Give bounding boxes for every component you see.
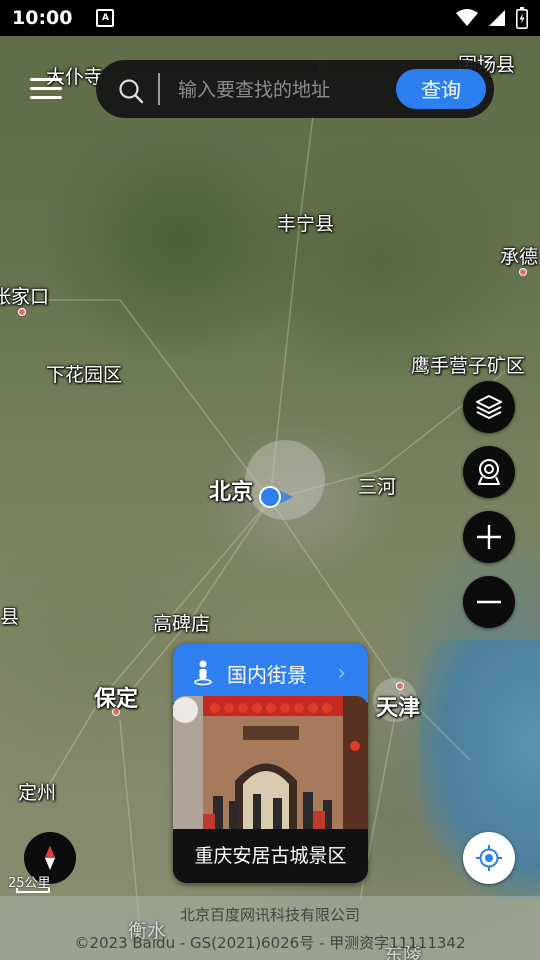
map-label-dingzhou: 定州 xyxy=(18,782,57,804)
map-label-yingshouyingzi: 鹰手营子矿区 xyxy=(411,355,526,377)
map-label-zhangjiakou: 张家口 xyxy=(0,286,50,308)
notification-icon: A xyxy=(96,9,115,27)
status-time: 10:00 xyxy=(12,7,73,29)
street-view-card[interactable]: 国内街景 › 重庆安居古城景区 xyxy=(173,643,368,883)
zoom-out-button[interactable] xyxy=(463,576,515,628)
map-label-tianjin: 天津 xyxy=(376,696,421,721)
map-label-gaobeidian: 高碑店 xyxy=(153,613,211,635)
search-divider xyxy=(158,73,160,105)
chevron-right-icon: › xyxy=(337,660,346,686)
signal-icon xyxy=(489,10,505,26)
city-dot xyxy=(18,308,26,316)
menu-icon[interactable] xyxy=(30,74,64,104)
compass-icon xyxy=(45,846,55,870)
map-attribution: 北京百度网讯科技有限公司 ©2023 Baidu - GS(2021)6026号… xyxy=(0,896,540,960)
layers-button[interactable] xyxy=(463,381,515,433)
camera-icon xyxy=(478,459,500,485)
layers-icon xyxy=(476,395,502,419)
street-view-photo xyxy=(173,696,368,829)
search-bar: 查询 xyxy=(96,60,494,118)
map-label-sanhe: 三河 xyxy=(358,476,397,498)
map-label-beijing: 北京 xyxy=(209,480,254,505)
map-label-baoding: 保定 xyxy=(94,687,139,712)
query-button[interactable]: 查询 xyxy=(396,69,486,109)
map-label-fengning: 丰宁县 xyxy=(277,213,335,235)
plus-icon xyxy=(477,525,501,549)
zoom-in-button[interactable] xyxy=(463,511,515,563)
person-icon xyxy=(194,660,212,686)
map-label-xian: 县 xyxy=(0,606,20,628)
locate-icon xyxy=(476,845,502,871)
minus-icon xyxy=(477,600,501,604)
wifi-icon xyxy=(456,9,478,26)
map-label-chengde: 承德 xyxy=(500,246,539,268)
battery-icon xyxy=(516,7,528,29)
search-input[interactable] xyxy=(176,72,390,108)
street-view-button[interactable] xyxy=(463,446,515,498)
street-view-caption: 重庆安居古城景区 xyxy=(173,829,368,883)
street-view-title: 国内街景 xyxy=(227,662,307,687)
attribution-company: 北京百度网讯科技有限公司 xyxy=(179,906,360,924)
locate-button[interactable] xyxy=(463,832,515,884)
city-dot xyxy=(519,268,527,276)
user-location-marker xyxy=(257,484,297,510)
city-dot xyxy=(396,682,404,690)
status-bar: 10:00 A xyxy=(0,0,540,36)
scale-bar xyxy=(16,888,50,893)
map-label-xiahuayuan: 下花园区 xyxy=(46,364,123,386)
attribution-copyright: ©2023 Baidu - GS(2021)6026号 - 甲测资字111113… xyxy=(74,934,466,952)
search-icon xyxy=(119,79,144,104)
street-view-header[interactable]: 国内街景 › xyxy=(173,643,368,703)
